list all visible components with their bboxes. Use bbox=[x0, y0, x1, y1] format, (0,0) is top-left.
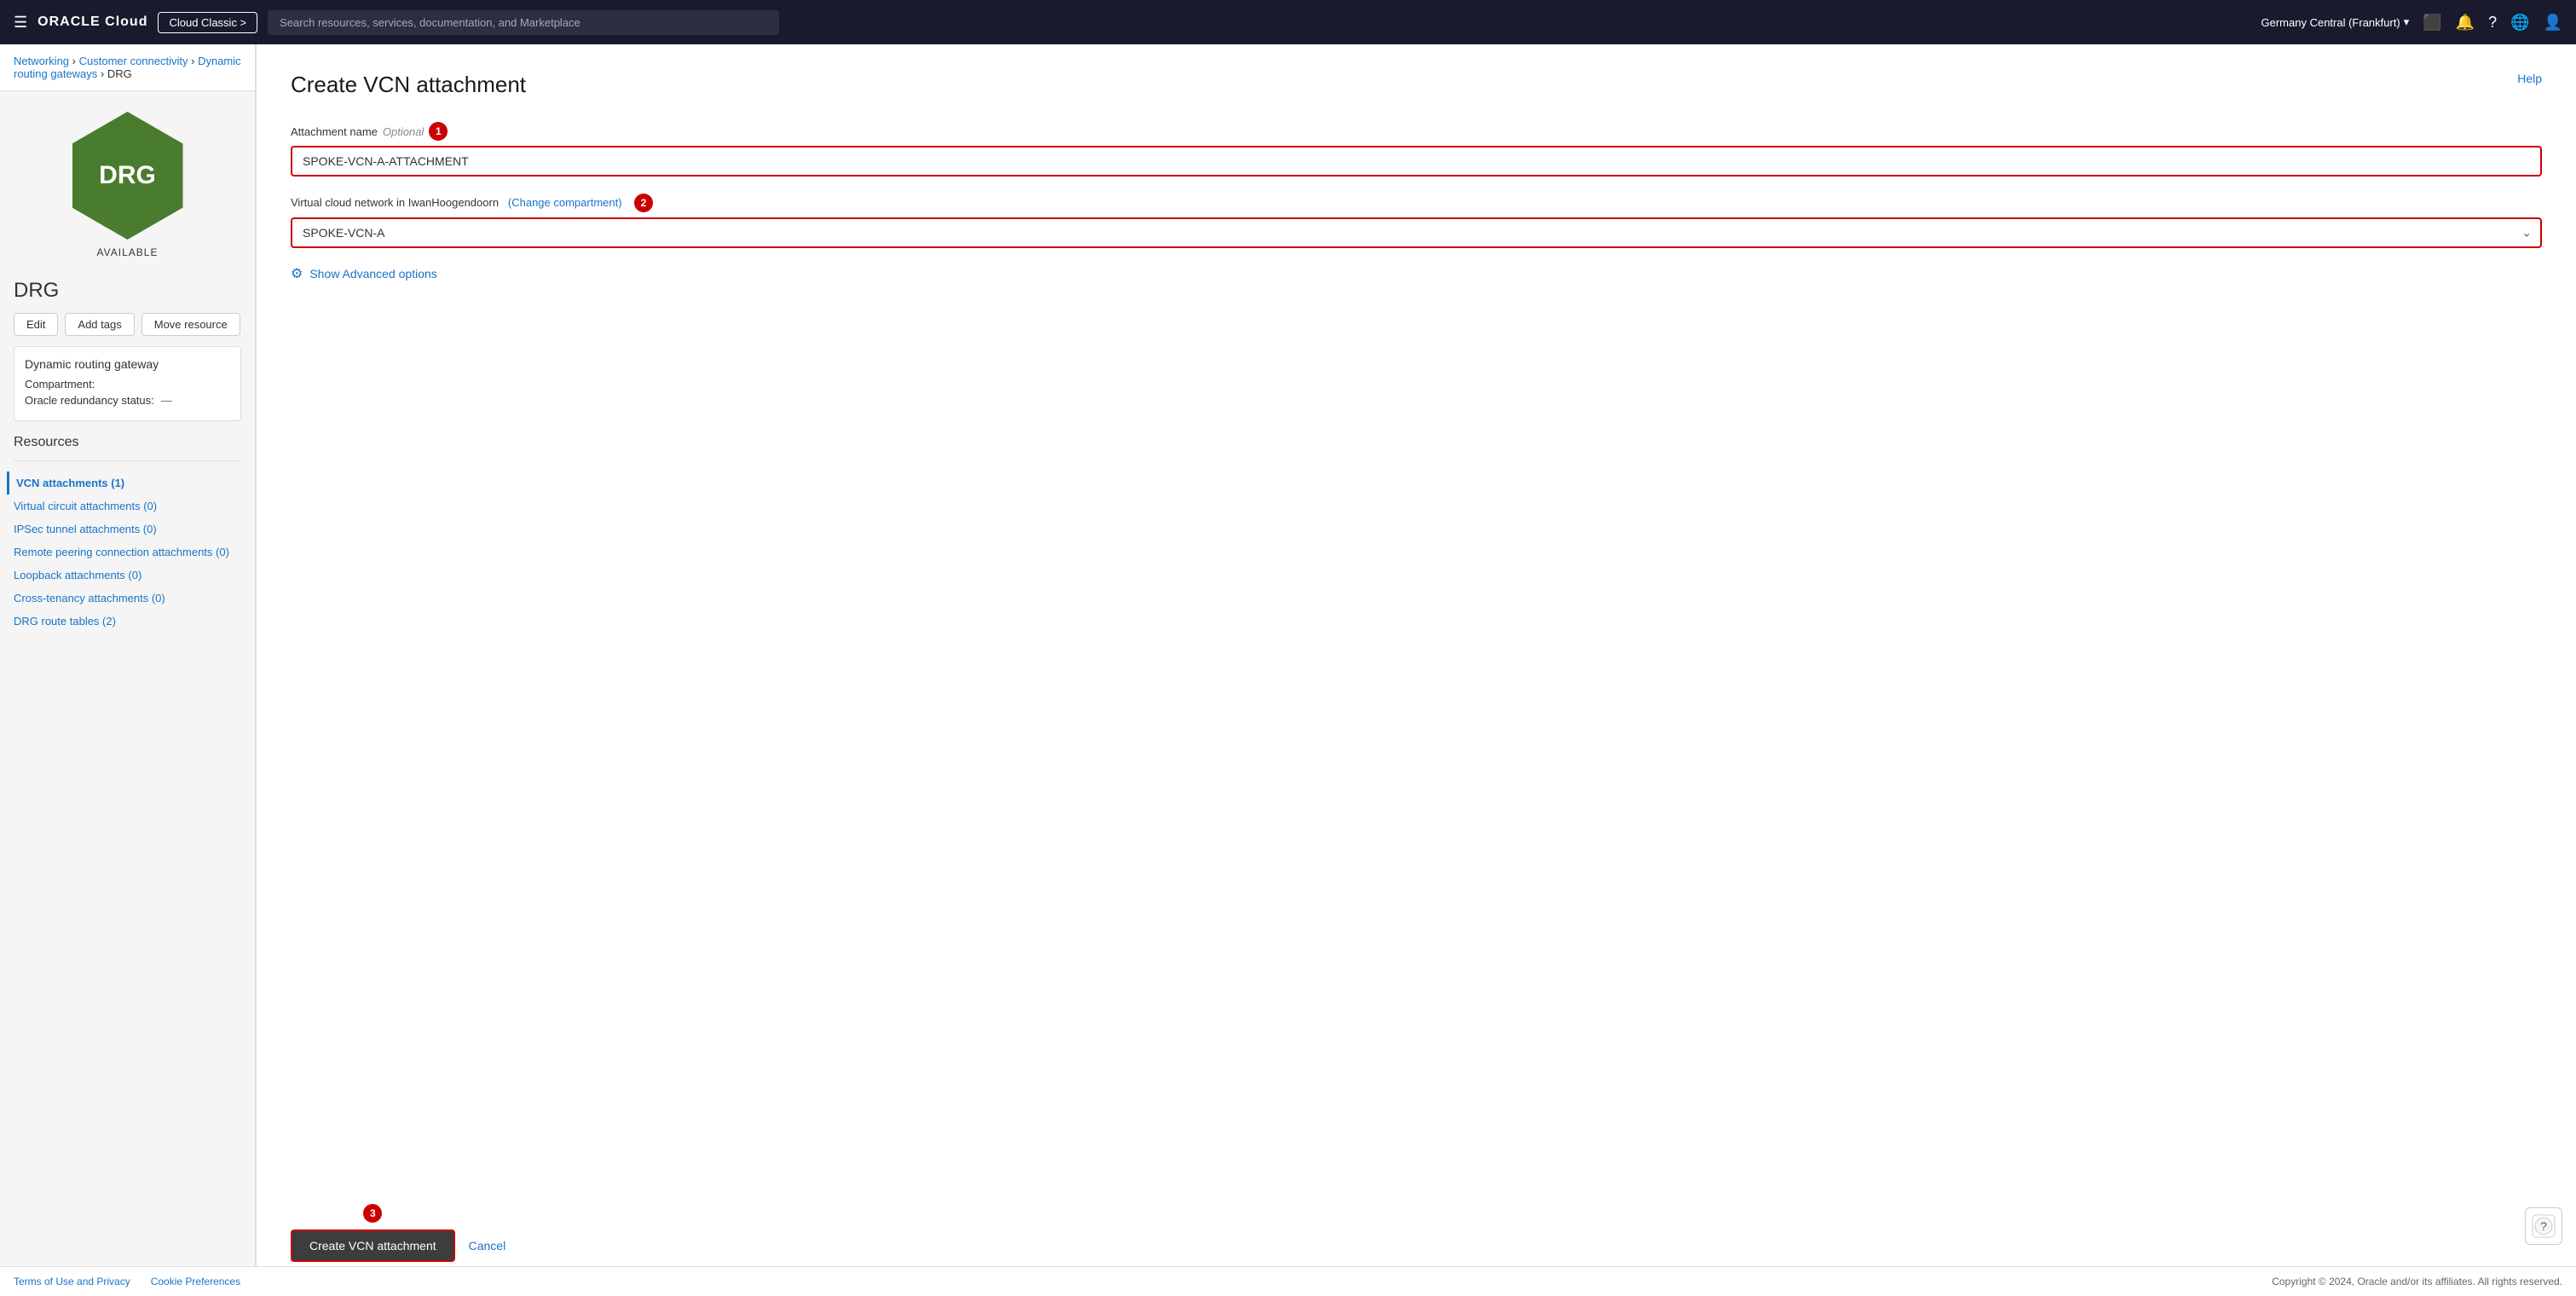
cookie-link[interactable]: Cookie Preferences bbox=[151, 1276, 240, 1287]
vcn-label: Virtual cloud network in IwanHoogendoorn… bbox=[291, 194, 2542, 212]
vcn-label-text: Virtual cloud network in bbox=[291, 196, 405, 209]
region-selector[interactable]: Germany Central (Frankfurt) ▾ bbox=[2261, 15, 2410, 29]
attachment-name-input[interactable] bbox=[291, 146, 2542, 176]
search-input[interactable] bbox=[268, 10, 779, 35]
left-panel: Networking › Customer connectivity › Dyn… bbox=[0, 44, 256, 1296]
compartment-row: Compartment: bbox=[25, 378, 230, 391]
attachment-name-label: Attachment name Optional 1 bbox=[291, 122, 2542, 141]
info-card: Dynamic routing gateway Compartment: Ora… bbox=[14, 346, 241, 421]
sliders-icon: ⚙ bbox=[291, 265, 303, 282]
breadcrumb-sep1: › bbox=[72, 55, 79, 67]
redundancy-value: — bbox=[161, 394, 172, 407]
help-icon[interactable]: ? bbox=[2488, 14, 2497, 32]
advanced-options-label: Show Advanced options bbox=[309, 267, 436, 281]
add-tags-button[interactable]: Add tags bbox=[65, 313, 134, 336]
breadcrumb-customer-connectivity[interactable]: Customer connectivity bbox=[79, 55, 188, 67]
hamburger-icon[interactable]: ☰ bbox=[14, 14, 27, 32]
user-icon[interactable]: 👤 bbox=[2544, 14, 2562, 32]
attachment-name-label-text: Attachment name bbox=[291, 125, 378, 138]
create-vcn-attachment-panel: Create VCN attachment Help Attachment na… bbox=[256, 44, 2576, 1296]
app-body: Networking › Customer connectivity › Dyn… bbox=[0, 44, 2576, 1296]
vcn-select[interactable]: SPOKE-VCN-A bbox=[291, 217, 2542, 248]
step3-badge: 3 bbox=[363, 1204, 382, 1223]
advanced-options-link[interactable]: ⚙ Show Advanced options bbox=[291, 265, 2542, 282]
create-vcn-attachment-button[interactable]: Create VCN attachment bbox=[291, 1229, 455, 1262]
sidebar-item-virtual-circuit[interactable]: Virtual circuit attachments (0) bbox=[14, 495, 241, 518]
sidebar-item-loopback[interactable]: Loopback attachments (0) bbox=[14, 564, 241, 587]
hexagon-shape: DRG bbox=[72, 112, 183, 240]
redundancy-row: Oracle redundancy status: — bbox=[25, 394, 230, 407]
sidebar-item-cross-tenancy[interactable]: Cross-tenancy attachments (0) bbox=[14, 587, 241, 610]
resources-divider bbox=[14, 460, 241, 461]
cloud-classic-button[interactable]: Cloud Classic > bbox=[158, 12, 257, 33]
help-widget[interactable]: ? bbox=[2525, 1207, 2562, 1245]
help-widget-icon: ? bbox=[2532, 1214, 2556, 1238]
compartment-label: Compartment: bbox=[25, 378, 95, 391]
drg-hexagon: DRG bbox=[72, 112, 183, 240]
vcn-group: Virtual cloud network in IwanHoogendoorn… bbox=[291, 194, 2542, 248]
sidebar-item-remote-peering[interactable]: Remote peering connection attachments (0… bbox=[14, 541, 241, 564]
panel-header: Create VCN attachment Help bbox=[291, 72, 2542, 98]
cancel-link[interactable]: Cancel bbox=[469, 1239, 506, 1253]
resources-section: Resources VCN attachments (1) Virtual ci… bbox=[0, 435, 255, 633]
oracle-logo: ORACLE Cloud bbox=[38, 14, 147, 30]
step1-badge: 1 bbox=[429, 122, 448, 141]
screen-icon[interactable]: ⬛ bbox=[2423, 14, 2441, 32]
status-badge: AVAILABLE bbox=[97, 246, 159, 258]
hexagon-label: DRG bbox=[99, 161, 156, 190]
top-navigation: ☰ ORACLE Cloud Cloud Classic > Germany C… bbox=[0, 0, 2576, 44]
breadcrumb: Networking › Customer connectivity › Dyn… bbox=[0, 44, 255, 91]
region-chevron-icon: ▾ bbox=[2404, 15, 2410, 29]
attachment-name-group: Attachment name Optional 1 bbox=[291, 122, 2542, 176]
step3-area: 3 Create VCN attachment bbox=[291, 1229, 455, 1262]
drg-icon-area: DRG AVAILABLE bbox=[0, 91, 255, 272]
resources-title: Resources bbox=[14, 435, 241, 450]
breadcrumb-sep2: › bbox=[191, 55, 198, 67]
vcn-compartment-name: IwanHoogendoorn bbox=[408, 196, 499, 209]
footer-copyright: Copyright © 2024, Oracle and/or its affi… bbox=[2272, 1276, 2562, 1287]
globe-icon[interactable]: 🌐 bbox=[2510, 14, 2529, 32]
panel-title: Create VCN attachment bbox=[291, 72, 526, 98]
sidebar-item-drg-route-tables[interactable]: DRG route tables (2) bbox=[14, 610, 241, 633]
svg-text:?: ? bbox=[2540, 1219, 2547, 1233]
terms-link[interactable]: Terms of Use and Privacy bbox=[14, 1276, 130, 1287]
page-footer: Terms of Use and Privacy Cookie Preferen… bbox=[0, 1266, 2576, 1296]
breadcrumb-drg: DRG bbox=[107, 67, 132, 80]
redundancy-label: Oracle redundancy status: bbox=[25, 394, 154, 407]
edit-button[interactable]: Edit bbox=[14, 313, 58, 336]
breadcrumb-networking[interactable]: Networking bbox=[14, 55, 69, 67]
breadcrumb-sep3: › bbox=[101, 67, 107, 80]
nav-right: Germany Central (Frankfurt) ▾ ⬛ 🔔 ? 🌐 👤 bbox=[2261, 14, 2563, 32]
optional-label: Optional bbox=[383, 125, 424, 138]
sidebar-item-ipsec[interactable]: IPSec tunnel attachments (0) bbox=[14, 518, 241, 541]
help-link[interactable]: Help bbox=[2517, 72, 2542, 85]
sidebar-item-vcn-attachments[interactable]: VCN attachments (1) bbox=[7, 472, 241, 495]
change-compartment-link[interactable]: (Change compartment) bbox=[508, 196, 622, 209]
action-buttons: Edit Add tags Move resource bbox=[0, 313, 255, 346]
region-label: Germany Central (Frankfurt) bbox=[2261, 16, 2400, 29]
move-resource-button[interactable]: Move resource bbox=[142, 313, 240, 336]
drg-title: DRG bbox=[14, 279, 241, 303]
info-card-title: Dynamic routing gateway bbox=[25, 357, 230, 371]
bell-icon[interactable]: 🔔 bbox=[2456, 14, 2475, 32]
form-footer: 3 Create VCN attachment Cancel bbox=[291, 1229, 505, 1262]
step2-badge: 2 bbox=[634, 194, 653, 212]
drg-title-area: DRG bbox=[0, 272, 255, 313]
vcn-select-wrapper: SPOKE-VCN-A bbox=[291, 217, 2542, 248]
